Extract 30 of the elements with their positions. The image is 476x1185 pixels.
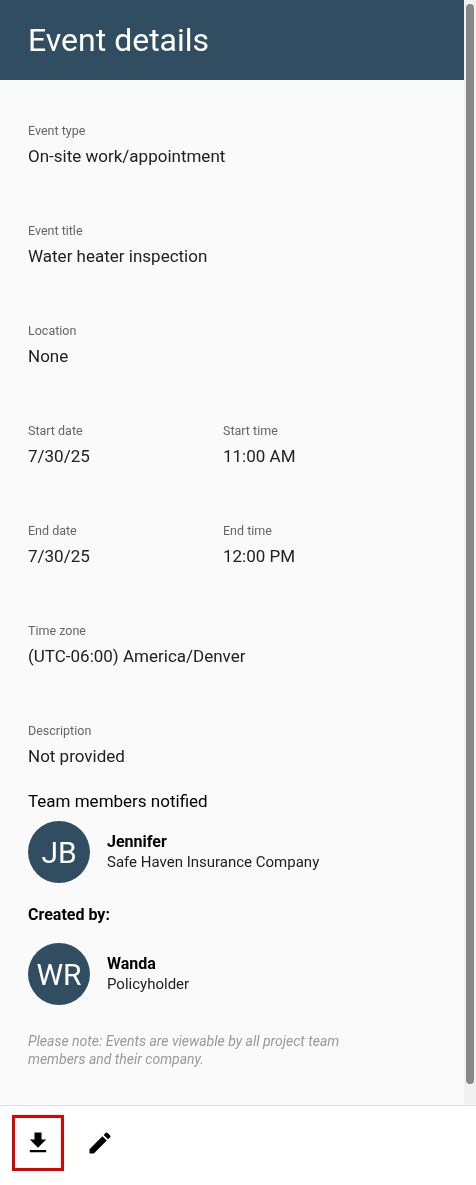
note-text: Please note: Events are viewable by all project team members and their company. <box>28 1032 341 1068</box>
field-label: Description <box>28 723 93 739</box>
field-value: (UTC-06:00) America/Denver <box>28 645 246 667</box>
person-detail: Safe Haven Insurance Company <box>107 852 320 872</box>
field-label: Start time <box>223 423 279 439</box>
field-label: End date <box>28 523 78 539</box>
field-label: Event title <box>28 223 84 239</box>
scrollbar[interactable] <box>464 0 476 1105</box>
avatar: WR <box>28 943 90 1005</box>
field-value: On-site work/appointment <box>28 145 226 167</box>
section-heading: Created by: <box>28 904 111 926</box>
field-value: 7/30/25 <box>28 545 91 567</box>
field-label: Time zone <box>28 623 87 639</box>
field-label: Start date <box>28 423 84 439</box>
field-value: 11:00 AM <box>223 445 296 467</box>
field-value: Not provided <box>28 745 125 767</box>
download-button[interactable] <box>12 1115 64 1171</box>
field-value: 7/30/25 <box>28 445 91 467</box>
field-label: End time <box>223 523 273 539</box>
field-value: 12:00 PM <box>223 545 296 567</box>
section-heading: Team members notified <box>28 790 209 812</box>
person-detail: Policyholder <box>107 974 190 994</box>
person-name: Jennifer <box>107 832 168 852</box>
avatar: JB <box>28 821 90 883</box>
page-title: Event details <box>28 24 210 56</box>
person-name: Wanda <box>107 954 157 974</box>
field-label: Event type <box>28 123 87 139</box>
field-value: Water heater inspection <box>28 245 208 267</box>
field-label: Location <box>28 323 77 339</box>
field-value: None <box>28 345 70 367</box>
